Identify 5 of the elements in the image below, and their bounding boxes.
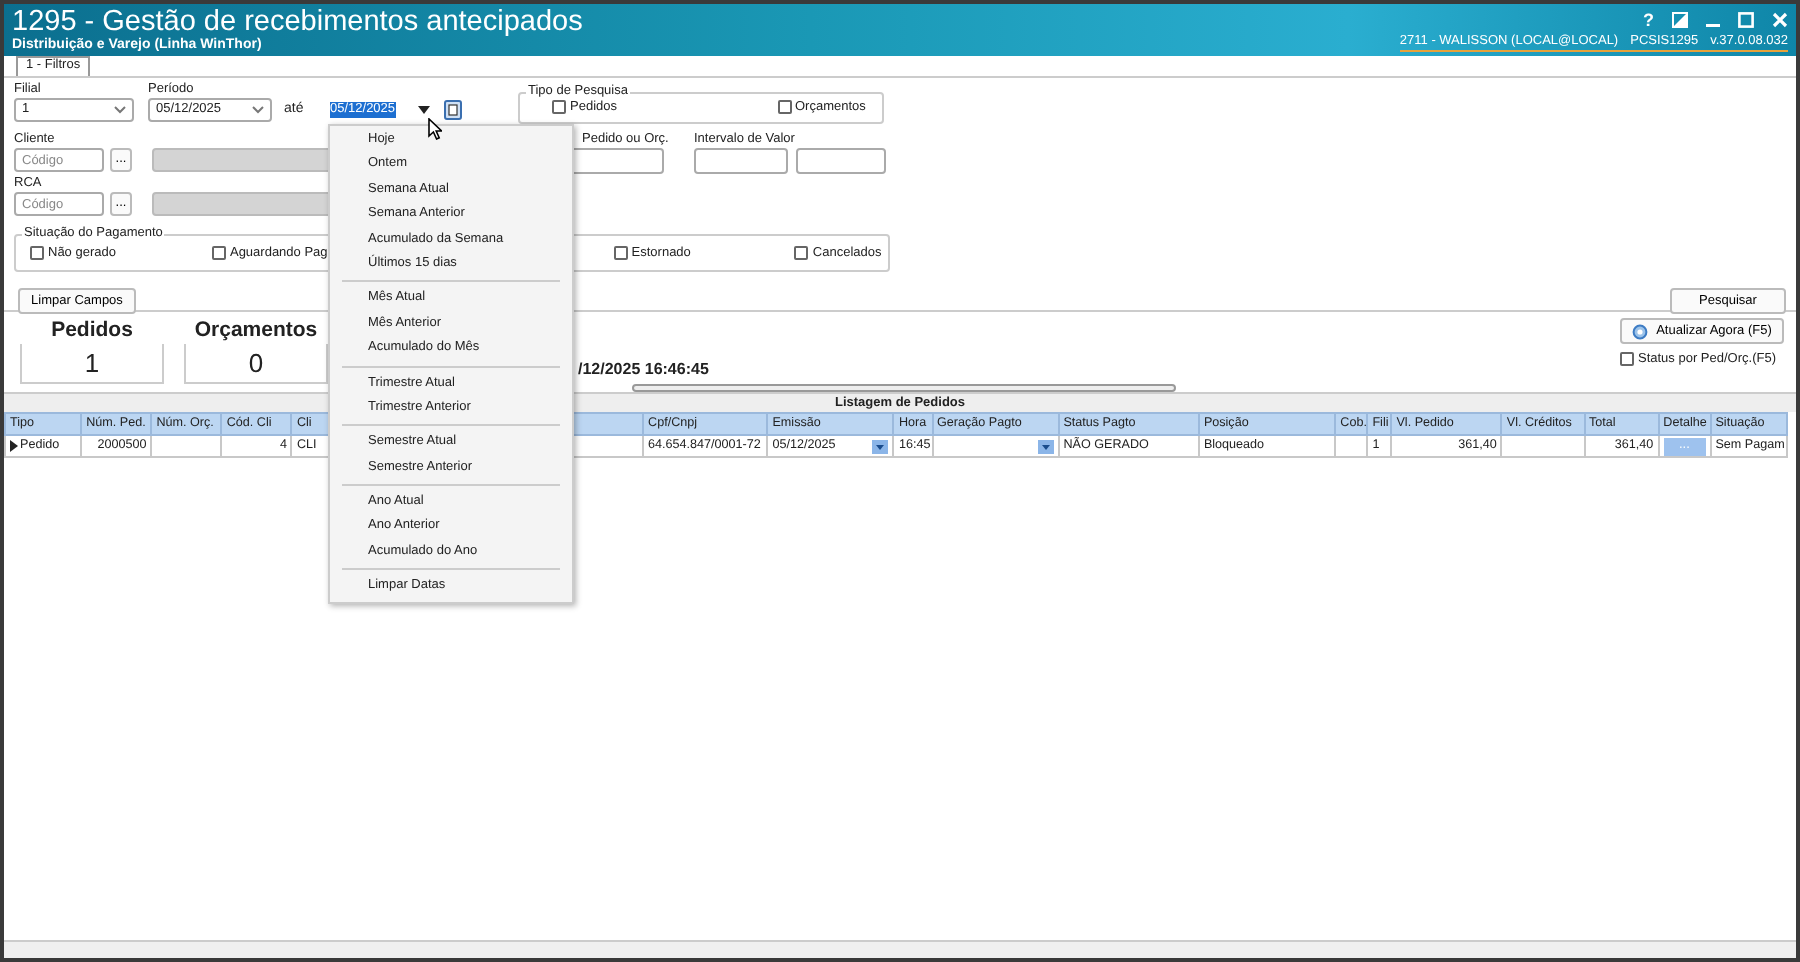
- counter-label: Orçamentos: [192, 318, 320, 344]
- timestamp: /12/2025 16:46:45: [578, 360, 709, 378]
- counter-label: Pedidos: [49, 318, 135, 344]
- counter-value: 1: [20, 343, 164, 384]
- window-title: 1295 - Gestão de recebimentos antecipados: [12, 6, 583, 38]
